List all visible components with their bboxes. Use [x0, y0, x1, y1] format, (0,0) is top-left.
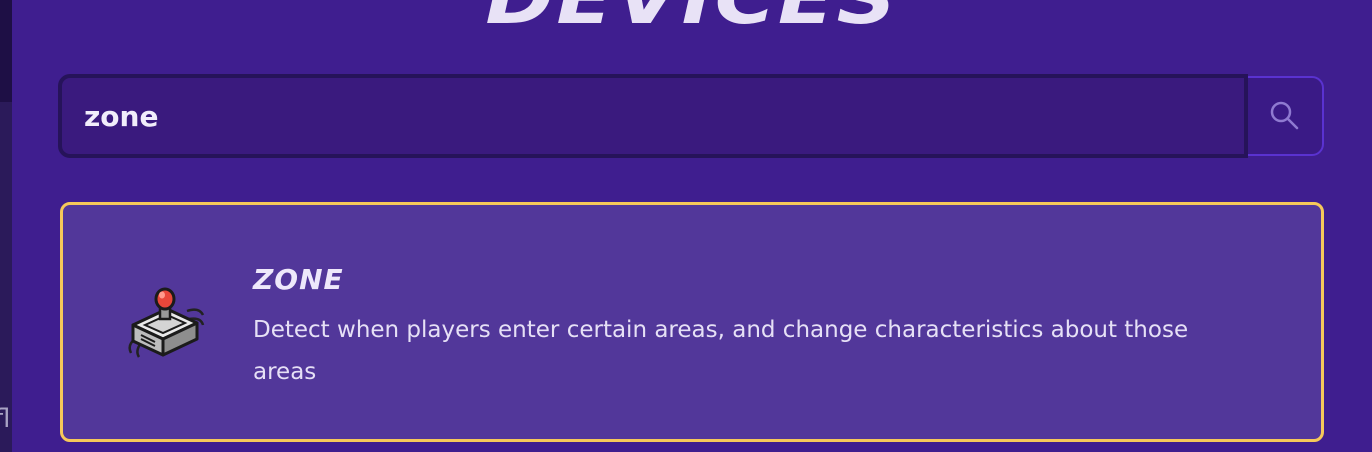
left-panel-edge [0, 0, 12, 452]
search-input[interactable] [58, 74, 1248, 158]
result-card-zone[interactable]: ZONE Detect when players enter certain a… [60, 202, 1324, 442]
zone-device-icon [128, 287, 205, 358]
page-title: DEVICES [0, 0, 1372, 34]
result-description: Detect when players enter certain areas,… [253, 317, 1189, 385]
result-title: ZONE [253, 263, 344, 296]
search-icon [1270, 101, 1299, 130]
search-button[interactable] [1248, 78, 1322, 154]
devices-panel: DEVICES [12, 0, 1372, 452]
left-panel-lower [0, 102, 12, 452]
search-bar [58, 74, 1324, 158]
left-panel-text: fl [0, 404, 11, 434]
